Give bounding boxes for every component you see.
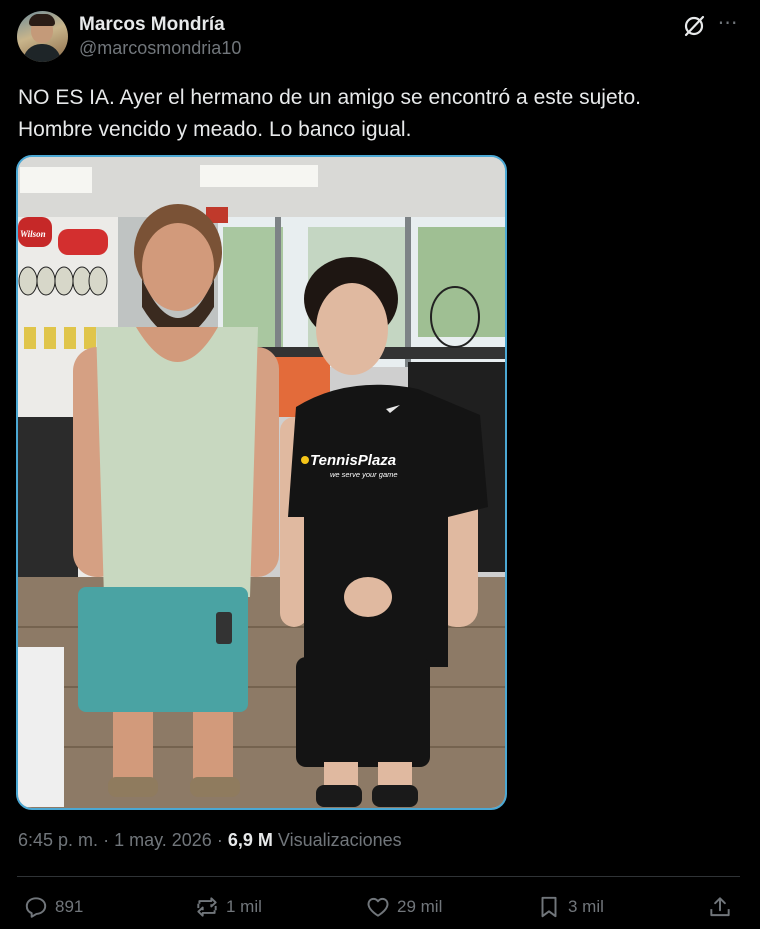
meta-separator-1: · (103, 830, 110, 850)
store-sign-text: Wilson (20, 229, 46, 239)
tweet-date[interactable]: 1 may. 2026 (114, 830, 212, 850)
action-bar: 891 1 mil 29 mil 3 mil (0, 890, 760, 924)
tweet-meta: 6:45 p. m. · 1 may. 2026 · 6,9 M Visuali… (18, 830, 402, 851)
bookmark-button[interactable]: 3 mil (536, 890, 604, 924)
tweet-text-line-2: Hombre vencido y meado. Lo banco igual. (18, 118, 412, 141)
repost-icon (197, 897, 217, 917)
reply-button[interactable]: 891 (23, 890, 83, 924)
bookmark-count: 3 mil (568, 897, 604, 916)
like-count: 29 mil (397, 897, 443, 916)
tweet-text: NO ES IA. Ayer el hermano de un amigo se… (18, 82, 738, 146)
grok-icon[interactable] (681, 13, 707, 39)
reply-count: 891 (55, 897, 84, 916)
share-icon (710, 897, 730, 917)
tweet-time[interactable]: 6:45 p. m. (18, 830, 98, 850)
shirt-brand-text: TennisPlaza (310, 452, 396, 469)
repost-count: 1 mil (226, 897, 262, 916)
more-icon[interactable]: ⋯ (715, 13, 741, 39)
meta-separator-2: · (216, 830, 223, 850)
author-handle[interactable]: @marcosmondria10 (79, 38, 241, 59)
reply-icon (25, 897, 47, 918)
heart-icon (367, 897, 389, 917)
bookmark-icon (541, 896, 557, 918)
repost-button[interactable]: 1 mil (194, 890, 262, 924)
views-count: 6,9 M (227, 830, 273, 850)
share-button[interactable] (707, 890, 739, 924)
like-button[interactable]: 29 mil (365, 890, 442, 924)
avatar[interactable] (17, 11, 68, 62)
tweet-photo[interactable]: TennisPlaza we serve your game Wilson (16, 155, 507, 810)
shirt-tagline-text: we serve your game (330, 470, 398, 479)
tweet-header: Marcos Mondría @marcosmondria10 ⋯ (17, 11, 743, 63)
tweet-text-line-1: NO ES IA. Ayer el hermano de un amigo se… (18, 86, 641, 109)
divider (17, 876, 740, 877)
views-label: Visualizaciones (277, 830, 402, 850)
author-name[interactable]: Marcos Mondría (79, 14, 225, 36)
